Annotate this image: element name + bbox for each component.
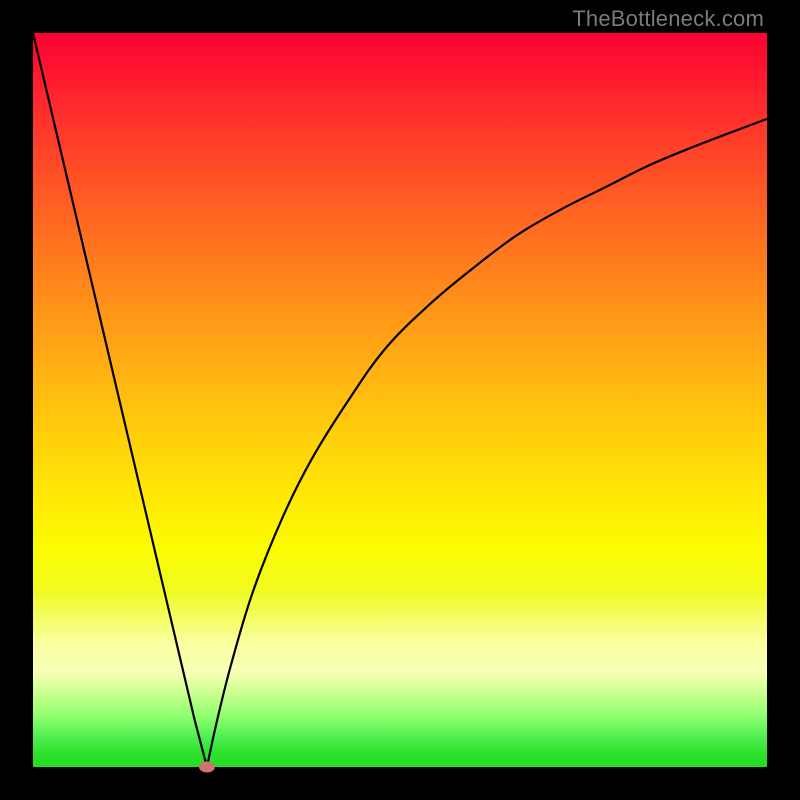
chart-frame: TheBottleneck.com: [0, 0, 800, 800]
curve-left-branch: [33, 33, 207, 767]
minimum-marker: [199, 762, 215, 773]
curve-right-branch: [207, 119, 767, 767]
plot-area: [33, 33, 767, 767]
watermark-text: TheBottleneck.com: [572, 6, 764, 32]
curve-svg: [33, 33, 767, 767]
